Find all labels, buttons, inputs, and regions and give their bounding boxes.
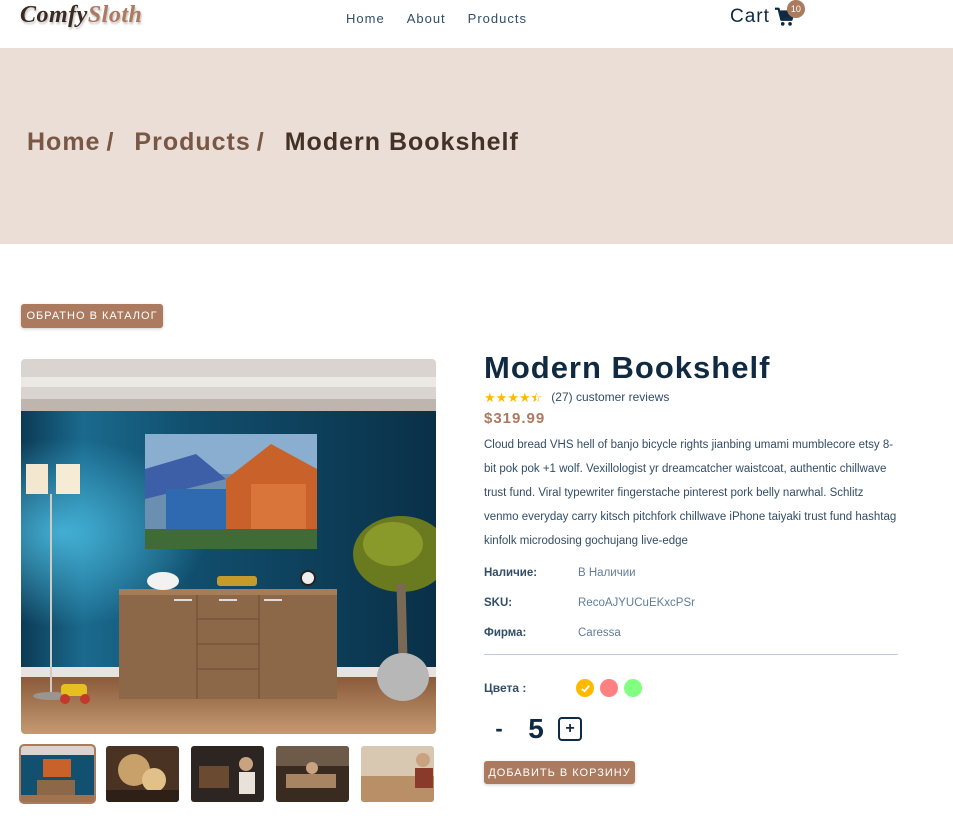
breadcrumb-home[interactable]: Home — [27, 128, 100, 157]
nav-link-home[interactable]: Home — [346, 11, 385, 26]
shopping-cart-icon: 10 — [774, 0, 805, 28]
checkmark-icon — [580, 684, 590, 693]
logo[interactable]: ComfySloth — [20, 2, 142, 29]
cart-button[interactable]: Cart 10 — [730, 0, 805, 28]
spec-label: SKU: — [484, 597, 513, 609]
product-title: Modern Bookshelf — [484, 350, 771, 385]
quantity-value: 5 — [528, 713, 544, 744]
color-picker: Цвета : — [484, 679, 898, 697]
product-rating: ★ ★ ★ ★ ☆★ (27) customer reviews — [484, 390, 898, 404]
star-rating: ★ ★ ★ ★ ☆★ — [484, 391, 542, 404]
back-to-products-button[interactable]: ОБРАТНО В КАТАЛОГ — [21, 304, 163, 328]
colors-label: Цвета : — [484, 681, 527, 695]
nav-link-products[interactable]: Products — [468, 11, 527, 26]
star-full-icon: ★ — [484, 389, 496, 405]
star-full-icon: ★ — [518, 389, 531, 405]
decrease-quantity-button[interactable]: - — [484, 716, 514, 742]
gallery-thumbnail[interactable] — [276, 746, 349, 802]
spec-value: Caressa — [578, 627, 621, 639]
navbar: ComfySloth Home About Products Cart 10 — [0, 0, 953, 48]
add-to-cart-button[interactable]: ДОБАВИТЬ В КОРЗИНУ — [484, 761, 635, 784]
gallery-thumbnail[interactable] — [361, 746, 434, 802]
breadcrumb-separator: / — [256, 128, 265, 156]
gallery-thumbnail[interactable] — [106, 746, 179, 802]
spec-brand: Фирма: Caressa — [484, 627, 898, 639]
logo-text-comfy: Comfy — [20, 2, 88, 28]
page-hero: Home / Products / Modern Bookshelf — [0, 48, 953, 244]
spec-value: В Наличии — [578, 567, 636, 579]
product-info: Modern Bookshelf ★ ★ ★ ★ ☆★ (27) custome… — [484, 350, 898, 784]
logo-text-sloth: Sloth — [87, 2, 143, 28]
breadcrumb-separator: / — [106, 128, 115, 156]
spec-sku: SKU: RecoAJYUCuEKxcPSr — [484, 597, 898, 609]
product-price: $319.99 — [484, 410, 546, 427]
spec-label: Фирма: — [484, 627, 527, 639]
cart-count-badge: 10 — [786, 0, 805, 18]
review-count[interactable]: (27) customer reviews — [551, 390, 669, 404]
spec-availability: Наличие: В Наличии — [484, 567, 898, 579]
breadcrumb-products[interactable]: Products — [134, 128, 250, 157]
breadcrumb: Home / Products / Modern Bookshelf — [27, 128, 519, 157]
image-gallery — [21, 746, 434, 802]
product-main-image — [21, 359, 436, 734]
quantity-stepper: - 5 + — [484, 713, 898, 745]
nav-link-about[interactable]: About — [407, 11, 446, 26]
breadcrumb-current: Modern Bookshelf — [284, 128, 519, 156]
color-swatch-red[interactable] — [600, 679, 618, 697]
nav-links: Home About Products — [346, 11, 527, 26]
increase-quantity-button[interactable]: + — [558, 717, 582, 741]
divider — [484, 654, 898, 655]
star-half-icon: ☆★ — [530, 389, 543, 405]
star-full-icon: ★ — [495, 389, 508, 405]
product-description: Cloud bread VHS hell of banjo bicycle ri… — [484, 439, 897, 547]
color-swatch-yellow[interactable] — [576, 679, 594, 697]
star-full-icon: ★ — [507, 389, 519, 405]
cart-label: Cart — [730, 6, 770, 27]
gallery-thumbnail[interactable] — [21, 746, 94, 802]
spec-label: Наличие: — [484, 567, 538, 579]
color-swatch-green[interactable] — [624, 679, 642, 697]
spec-value: RecoAJYUCuEKxcPSr — [578, 597, 695, 609]
gallery-thumbnail[interactable] — [191, 746, 264, 802]
